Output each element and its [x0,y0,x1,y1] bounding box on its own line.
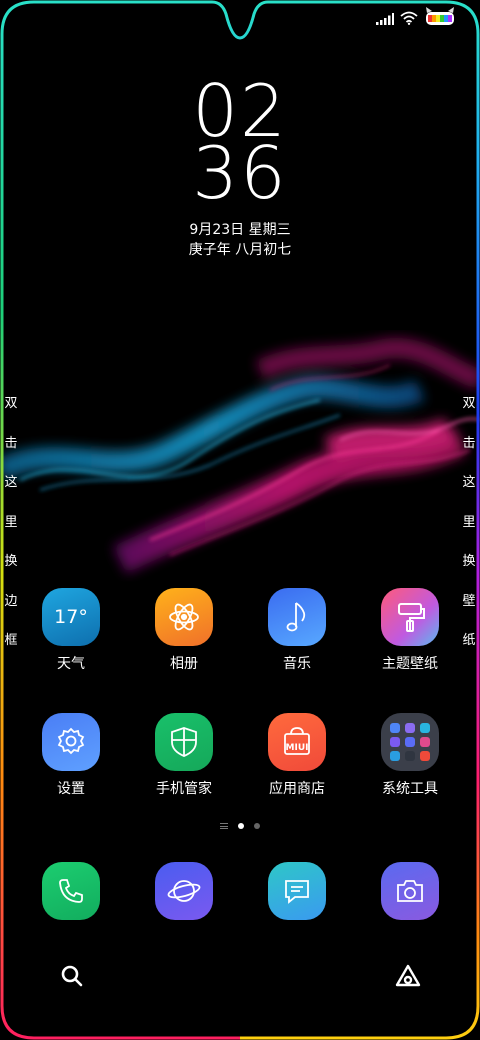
folder-icon [381,713,439,771]
assistant-icon[interactable] [394,963,422,993]
hint-char: 边 [4,593,18,609]
clock-minute: 36 [192,131,288,215]
page-dot [254,823,260,829]
hint-char: 里 [4,514,18,530]
page-indicator[interactable] [0,823,480,829]
security-icon [155,713,213,771]
battery-icon [424,7,456,31]
app-weather[interactable]: 17° 天气 [21,588,121,673]
app-label: 天气 [57,656,85,672]
app-label: 应用商店 [269,781,325,797]
app-settings[interactable]: 设置 [21,713,121,798]
browser-icon [155,862,213,920]
app-store-icon: MIUI [268,713,326,771]
smoke-wallpaper [0,338,480,574]
camera-icon [381,862,439,920]
themes-icon [381,588,439,646]
messages-icon [268,862,326,920]
clock-time: 02 36 [0,75,480,215]
hint-char: 这 [462,475,476,490]
gallery-icon [155,588,213,646]
signal-icon [376,10,394,29]
settings-icon [42,713,100,771]
status-bar [376,7,456,31]
music-icon [268,588,326,646]
hint-char: 击 [4,435,18,451]
app-music[interactable]: 音乐 [247,588,347,673]
hint-char: 击 [462,435,476,451]
hint-char: 里 [462,514,476,530]
clock-widget[interactable]: 02 36 9月23日 星期三 庚子年 八月初七 [0,75,480,260]
page-dot-active [238,823,244,829]
hint-char: 双 [4,396,18,411]
miui-badge-text: MIUI [285,743,309,753]
hint-char: 双 [462,396,476,411]
hint-char: 壁 [462,593,476,609]
hint-char: 换 [4,554,18,569]
dock-browser[interactable] [134,862,234,920]
folder-system-tools[interactable]: 系统工具 [360,713,460,798]
hint-char: 框 [4,633,18,648]
app-security[interactable]: 手机管家 [134,713,234,798]
menu-lines-icon [220,823,228,829]
dock-camera[interactable] [360,862,460,920]
bottom-bar [0,962,480,992]
app-label: 主题壁纸 [382,656,438,672]
dock-messages[interactable] [247,862,347,920]
app-label: 手机管家 [156,781,212,797]
wifi-icon [400,10,418,29]
lunar-date-text: 庚子年 八月初七 [188,242,292,258]
phone-icon [42,862,100,920]
app-label: 设置 [57,781,85,797]
dock-phone[interactable] [21,862,121,920]
search-icon[interactable] [60,964,84,992]
hint-char: 纸 [462,633,476,648]
home-screen: 02 36 9月23日 星期三 庚子年 八月初七 双 击 这 里 换 边 框 双… [0,0,480,1040]
app-label: 音乐 [283,656,311,672]
weather-icon: 17° [42,588,100,646]
weather-temp: 17° [54,606,88,628]
app-label: 系统工具 [382,781,438,797]
app-gallery[interactable]: 相册 [134,588,234,673]
date-text: 9月23日 星期三 [189,222,291,238]
app-store[interactable]: MIUI 应用商店 [247,713,347,798]
change-frame-hint[interactable]: 双 击 这 里 换 边 框 [1,384,21,661]
hint-char: 换 [462,554,476,569]
hint-char: 这 [4,475,18,490]
app-label: 相册 [170,656,198,672]
app-themes[interactable]: 主题壁纸 [360,588,460,673]
change-wallpaper-hint[interactable]: 双 击 这 里 换 壁 纸 [459,384,479,661]
